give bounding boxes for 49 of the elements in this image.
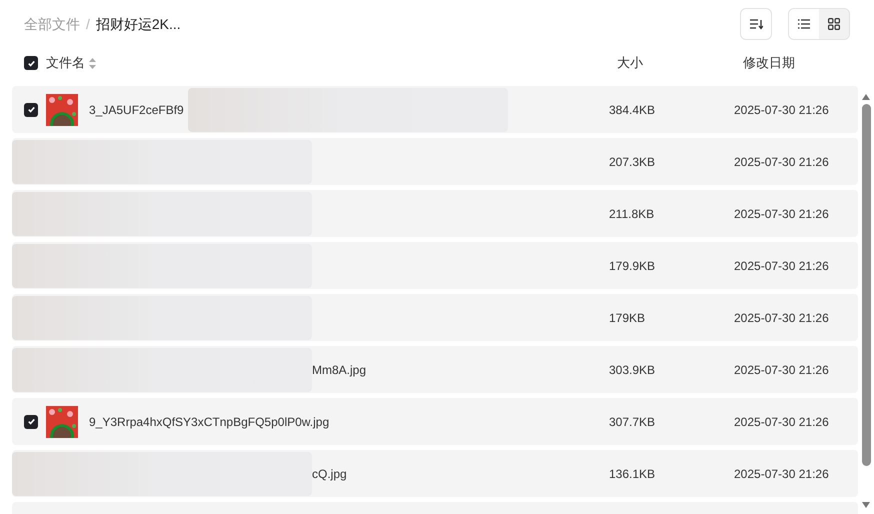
checkbox[interactable] <box>24 102 38 116</box>
file-row[interactable]: 179KB 2025-07-30 21:26 <box>12 294 858 341</box>
modified-date: 2025-07-30 21:26 <box>734 154 829 170</box>
file-row[interactable]: 207.3KB 2025-07-30 21:26 <box>12 138 858 185</box>
pattern-thumbnail <box>46 406 78 438</box>
checkmark-icon <box>26 105 36 114</box>
file-size: 179KB <box>609 310 646 326</box>
file-size: 207.3KB <box>609 154 656 170</box>
file-size: 307.7KB <box>609 414 656 430</box>
file-row[interactable]: 211.8KB 2025-07-30 21:26 <box>12 190 858 237</box>
file-row[interactable]: Mm8A.jpg 303.9KB 2025-07-30 21:26 <box>12 346 858 393</box>
list-view-button[interactable] <box>789 9 819 39</box>
breadcrumb-separator: / <box>86 14 90 34</box>
checkbox[interactable] <box>24 414 38 428</box>
modified-date: 2025-07-30 21:26 <box>734 258 829 274</box>
file-row[interactable]: 3_JA5UF2ceFBf9 384.4KB 2025-07-30 21:26 <box>12 86 858 133</box>
column-header[interactable]: 文件名 <box>46 53 85 73</box>
list-icon <box>798 19 810 29</box>
file-row[interactable]: cQ.jpg 136.1KB 2025-07-30 21:26 <box>12 450 858 497</box>
file-size: 179.9KB <box>609 258 656 274</box>
file-size: 384.4KB <box>609 102 656 118</box>
file-row[interactable]: 179.9KB 2025-07-30 21:26 <box>12 242 858 289</box>
grid-icon <box>828 18 840 30</box>
file-size: 211.8KB <box>609 206 656 222</box>
modified-date: 2025-07-30 21:26 <box>734 466 829 482</box>
scrollbar-thumb[interactable] <box>862 104 870 466</box>
checkmark-icon <box>26 58 36 68</box>
checkbox[interactable] <box>24 56 38 70</box>
file-name: 9_Y3Rrpa4hxQfSY3xCTnpBgFQ5p0lP0w.jpg <box>89 414 330 430</box>
modified-date: 2025-07-30 21:26 <box>734 102 829 118</box>
scroll-down-icon <box>862 502 870 508</box>
file-name: Mm8A.jpg <box>312 362 366 378</box>
column-header[interactable]: 大小 <box>617 53 743 73</box>
sort-button[interactable] <box>740 8 772 40</box>
sort-arrows-icon <box>89 58 96 68</box>
modified-date: 2025-07-30 21:26 <box>734 206 829 222</box>
pattern-thumbnail <box>46 94 78 126</box>
file-size: 303.9KB <box>609 362 656 378</box>
file-name: 3_JA5UF2ceFBf9 <box>89 102 184 118</box>
file-row[interactable]: 9_Y3Rrpa4hxQfSY3xCTnpBgFQ5p0lP0w.jpg 307.7KB 2025-07-30 21:26 <box>12 398 858 445</box>
scroll-up-icon <box>862 94 870 100</box>
modified-date: 2025-07-30 21:26 <box>734 310 829 326</box>
modified-date: 2025-07-30 21:26 <box>734 362 829 378</box>
sort-icon <box>749 18 763 30</box>
modified-date: 2025-07-30 21:26 <box>734 414 829 430</box>
file-size: 136.1KB <box>609 466 656 482</box>
file-name: cQ.jpg <box>312 466 347 482</box>
column-header[interactable]: 修改日期 <box>743 53 795 73</box>
checkmark-icon <box>26 417 36 426</box>
